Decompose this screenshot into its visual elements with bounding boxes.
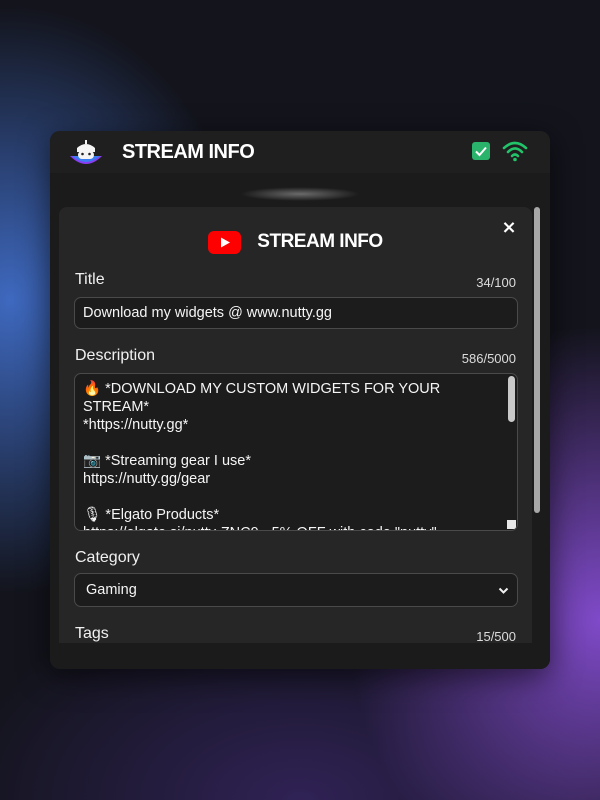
youtube-icon — [208, 230, 242, 254]
description-counter: 586/5000 — [461, 351, 516, 366]
category-select[interactable]: Gaming — [74, 573, 518, 607]
category-selected-value: Gaming — [86, 582, 137, 598]
title-bar[interactable]: STREAM INFO — [50, 131, 550, 173]
panel-scrollbar[interactable] — [534, 207, 540, 647]
description-textarea[interactable]: 🔥 *DOWNLOAD MY CUSTOM WIDGETS FOR YOUR S… — [74, 373, 518, 531]
panel-header: STREAM INFO — [59, 227, 532, 257]
description-text: 🔥 *DOWNLOAD MY CUSTOM WIDGETS FOR YOUR S… — [83, 381, 441, 530]
title-input[interactable]: Download my widgets @ www.nutty.gg — [74, 297, 518, 329]
window-footer — [50, 643, 550, 669]
panel-title: STREAM INFO — [257, 231, 383, 252]
nutty-acorn-logo-icon — [70, 140, 102, 164]
app-title: STREAM INFO — [122, 141, 255, 163]
wifi-icon — [502, 141, 528, 162]
description-scrollbar[interactable] — [505, 374, 517, 530]
stream-info-window: STREAM INFO STREAM INFO × Title 34/100 D… — [50, 131, 550, 669]
header-glow — [240, 187, 360, 201]
tags-counter: 15/500 — [476, 629, 516, 644]
resize-handle[interactable] — [507, 520, 516, 529]
title-counter: 34/100 — [476, 275, 516, 290]
tags-label: Tags — [75, 625, 109, 642]
chevron-down-icon — [498, 587, 509, 594]
category-label: Category — [75, 549, 140, 566]
stream-info-panel: STREAM INFO × Title 34/100 Download my w… — [59, 207, 532, 647]
description-label: Description — [75, 347, 156, 364]
check-square-icon[interactable] — [472, 142, 490, 160]
close-button[interactable]: × — [500, 219, 518, 237]
description-scrollbar-thumb[interactable] — [508, 376, 515, 422]
title-label: Title — [75, 271, 105, 288]
panel-scrollbar-thumb[interactable] — [534, 207, 540, 513]
